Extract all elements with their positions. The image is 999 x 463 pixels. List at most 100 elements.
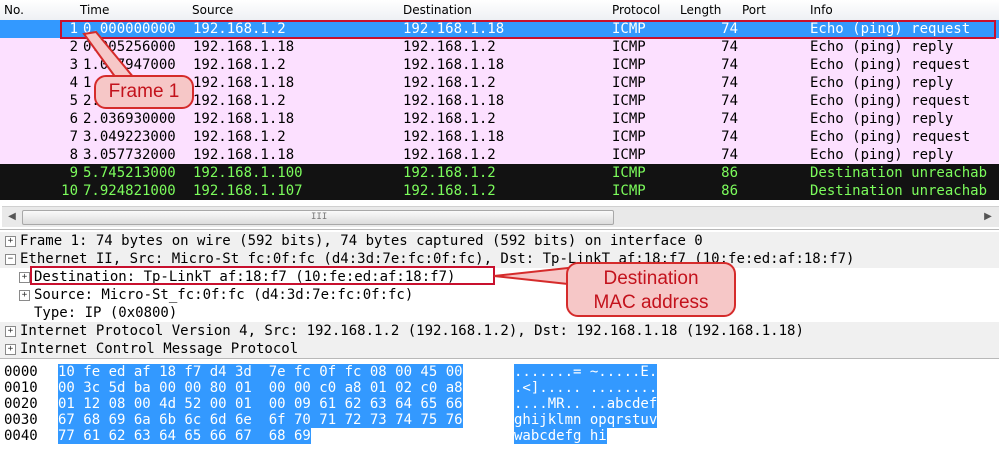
scroll-right-icon[interactable]: ▶: [980, 209, 996, 225]
column-destination[interactable]: Destination: [403, 3, 472, 17]
packet-protocol: ICMP: [612, 165, 646, 181]
tree-frame[interactable]: + Frame 1: 74 bytes on wire (592 bits), …: [0, 232, 999, 250]
expand-plus-icon[interactable]: +: [19, 290, 30, 301]
packet-time: 0.005256000: [83, 39, 176, 55]
packet-protocol: ICMP: [612, 111, 646, 127]
scrollbar-grip: III: [311, 212, 328, 222]
bytes-ascii[interactable]: .......= ~.....E.: [514, 364, 658, 380]
packet-destination: 192.168.1.2: [403, 165, 496, 181]
column-time[interactable]: Time: [80, 3, 109, 17]
packet-list-header: No. Time Source Destination Protocol Len…: [0, 0, 999, 21]
packet-time: 3.057732000: [83, 147, 176, 163]
expand-plus-icon[interactable]: +: [5, 236, 16, 247]
tree-eth-type[interactable]: Type: IP (0x0800): [0, 304, 999, 322]
packet-row[interactable]: 10 7.924821000 192.168.1.107 192.168.1.2…: [0, 182, 999, 200]
bytes-ascii[interactable]: .<]..... ........: [514, 380, 658, 396]
packet-destination: 192.168.1.2: [403, 39, 496, 55]
packet-no: 5: [69, 93, 78, 109]
bytes-ascii[interactable]: ghijklmn opqrstuv: [514, 412, 658, 428]
frame-highlight-box: [60, 20, 996, 39]
packet-source: 192.168.1.2: [193, 57, 286, 73]
bytes-offset: 0010: [4, 380, 38, 396]
expand-plus-icon[interactable]: +: [19, 272, 30, 283]
tree-eth-source[interactable]: + Source: Micro-St_fc:0f:fc (d4:3d:7e:fc…: [0, 286, 999, 304]
packet-protocol: ICMP: [612, 57, 646, 73]
packet-no: 8: [69, 147, 78, 163]
packet-source: 192.168.1.18: [193, 75, 295, 91]
packet-source: 192.168.1.2: [193, 129, 286, 145]
packet-no: 7: [69, 129, 78, 145]
collapse-minus-icon[interactable]: −: [5, 254, 16, 265]
expand-plus-icon[interactable]: +: [5, 344, 16, 355]
bytes-offset: 0000: [4, 364, 38, 380]
packet-destination: 192.168.1.2: [403, 183, 496, 199]
packet-info: Echo (ping) reply: [810, 39, 954, 55]
packet-protocol: ICMP: [612, 75, 646, 91]
packet-time: 3.049223000: [83, 129, 176, 145]
packet-details-pane: + Frame 1: 74 bytes on wire (592 bits), …: [0, 229, 999, 358]
mac-callout-line1: Destination: [603, 268, 699, 289]
packet-bytes-pane: 0000 10 fe ed af 18 f7 d4 3d 7e fc 0f fc…: [0, 358, 999, 463]
bytes-ascii[interactable]: ....MR.. ..abcdef: [514, 396, 658, 412]
column-source[interactable]: Source: [192, 3, 233, 17]
expand-plus-icon[interactable]: +: [5, 326, 16, 337]
packet-length: 74: [721, 111, 738, 127]
packet-row[interactable]: 7 3.049223000 192.168.1.2 192.168.1.18 I…: [0, 128, 999, 146]
mac-callout-line2: MAC address: [593, 292, 709, 313]
packet-length: 74: [721, 129, 738, 145]
packet-time: 1.017947000: [83, 57, 176, 73]
packet-length: 86: [721, 183, 738, 199]
bytes-hex[interactable]: 67 68 69 6a 6b 6c 6d 6e 6f 70 71 72 73 7…: [58, 412, 463, 428]
bytes-hex[interactable]: 77 61 62 63 64 65 66 67 68 69: [58, 428, 311, 444]
packet-info: Destination unreachab: [810, 183, 988, 199]
bytes-hex[interactable]: 01 12 08 00 4d 52 00 01 00 09 61 62 63 6…: [58, 396, 463, 412]
tree-ip[interactable]: + Internet Protocol Version 4, Src: 192.…: [0, 322, 999, 340]
column-length[interactable]: Length: [680, 3, 721, 17]
packet-row[interactable]: 6 2.036930000 192.168.1.18 192.168.1.2 I…: [0, 110, 999, 128]
packet-row[interactable]: 2 0.005256000 192.168.1.18 192.168.1.2 I…: [0, 38, 999, 56]
packet-length: 74: [721, 147, 738, 163]
packet-no: 2: [69, 39, 78, 55]
scrollbar-thumb[interactable]: III: [22, 210, 614, 225]
packet-destination: 192.168.1.18: [403, 93, 505, 109]
packet-destination: 192.168.1.2: [403, 75, 496, 91]
packet-source: 192.168.1.18: [193, 111, 295, 127]
packet-time: 5.745213000: [83, 165, 176, 181]
packet-source: 192.168.1.107: [193, 183, 303, 199]
packet-list-scrollbar[interactable]: ◀ III ▶: [2, 206, 999, 227]
packet-length: 74: [721, 39, 738, 55]
packet-info: Echo (ping) request: [810, 57, 971, 73]
packet-protocol: ICMP: [612, 39, 646, 55]
column-protocol[interactable]: Protocol: [612, 3, 660, 17]
bytes-offset: 0020: [4, 396, 38, 412]
packet-protocol: ICMP: [612, 93, 646, 109]
bytes-ascii[interactable]: wabcdefg hi: [514, 428, 607, 444]
packet-protocol: ICMP: [612, 183, 646, 199]
column-no[interactable]: No.: [4, 3, 24, 17]
packet-time: 7.924821000: [83, 183, 176, 199]
packet-length: 74: [721, 93, 738, 109]
packet-source: 192.168.1.18: [193, 39, 295, 55]
tree-eth-source-label: Source: Micro-St_fc:0f:fc (d4:3d:7e:fc:0…: [34, 287, 414, 303]
packet-info: Echo (ping) request: [810, 93, 971, 109]
packet-destination: 192.168.1.18: [403, 57, 505, 73]
packet-row[interactable]: 3 1.017947000 192.168.1.2 192.168.1.18 I…: [0, 56, 999, 74]
packet-length: 74: [721, 75, 738, 91]
packet-info: Echo (ping) reply: [810, 111, 954, 127]
bytes-hex[interactable]: 00 3c 5d ba 00 00 80 01 00 00 c0 a8 01 0…: [58, 380, 463, 396]
column-port[interactable]: Port: [742, 3, 766, 17]
bytes-hex[interactable]: 10 fe ed af 18 f7 d4 3d 7e fc 0f fc 08 0…: [58, 364, 463, 380]
packet-destination: 192.168.1.18: [403, 129, 505, 145]
tree-ip-label: Internet Protocol Version 4, Src: 192.16…: [20, 323, 804, 339]
packet-source: 192.168.1.2: [193, 93, 286, 109]
packet-no: 4: [69, 75, 78, 91]
packet-source: 192.168.1.100: [193, 165, 303, 181]
bytes-offset: 0030: [4, 412, 38, 428]
tree-icmp[interactable]: + Internet Control Message Protocol: [0, 340, 999, 358]
packet-length: 74: [721, 57, 738, 73]
packet-row[interactable]: 8 3.057732000 192.168.1.18 192.168.1.2 I…: [0, 146, 999, 164]
scroll-left-icon[interactable]: ◀: [4, 209, 20, 225]
packet-row[interactable]: 9 5.745213000 192.168.1.100 192.168.1.2 …: [0, 164, 999, 182]
column-info[interactable]: Info: [810, 3, 833, 17]
tree-frame-label: Frame 1: 74 bytes on wire (592 bits), 74…: [20, 233, 703, 249]
